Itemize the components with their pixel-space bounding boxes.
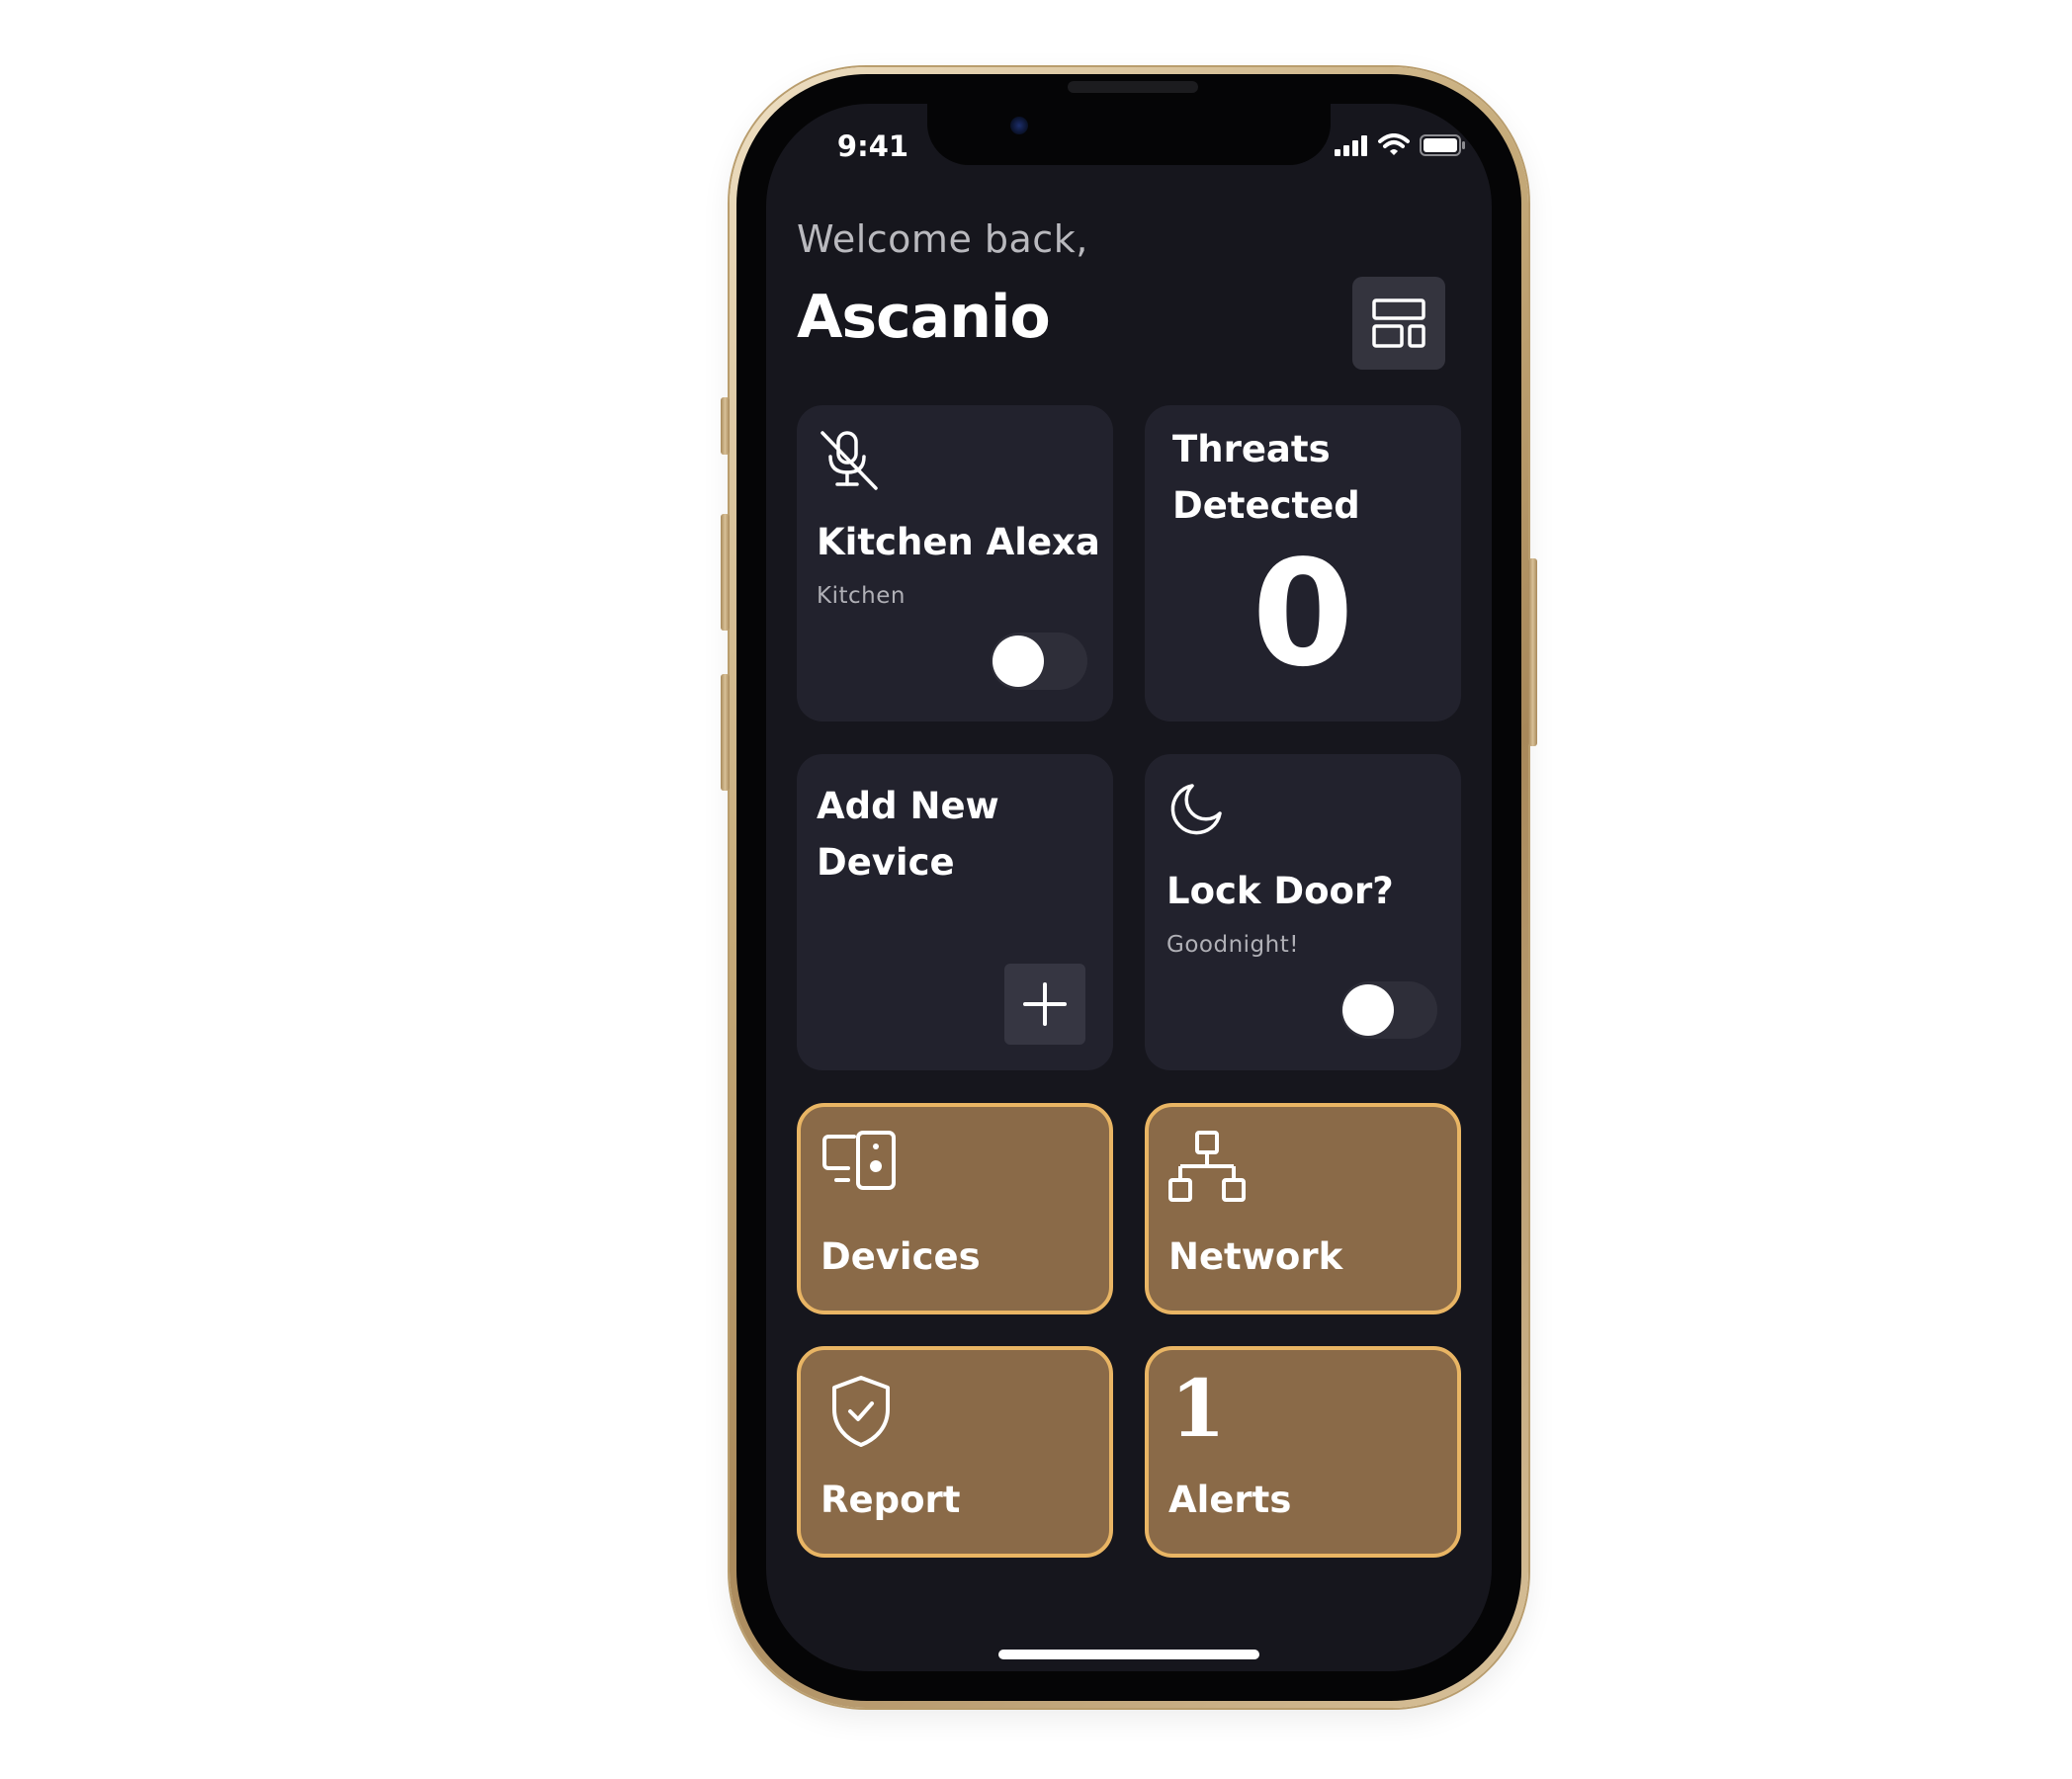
moon-icon [1170, 784, 1222, 835]
kitchen-alexa-title: Kitchen Alexa [817, 521, 1100, 563]
kitchen-alexa-toggle[interactable] [991, 633, 1087, 690]
volume-down-button [721, 674, 730, 791]
alerts-count: 1 [1170, 1362, 1226, 1455]
threats-count: 0 [1252, 529, 1354, 699]
threats-title-line1: Threats [1172, 428, 1331, 470]
add-device-title-line1: Add New [817, 785, 999, 827]
network-label: Network [1168, 1235, 1343, 1278]
wifi-icon [1378, 133, 1410, 155]
front-camera [1010, 117, 1028, 134]
toggle-knob [993, 635, 1044, 687]
welcome-text: Welcome back, [797, 217, 1088, 261]
lock-door-card[interactable]: Lock Door? Goodnight! [1145, 754, 1461, 1070]
notch [927, 104, 1331, 165]
threats-title-line2: Detected [1172, 484, 1360, 527]
microphone-off-icon [820, 431, 878, 490]
volume-up-button [721, 514, 730, 631]
report-tile[interactable]: Report [797, 1346, 1113, 1558]
earpiece-speaker [1068, 81, 1198, 93]
add-device-title-line2: Device [817, 841, 955, 884]
lock-door-toggle[interactable] [1340, 981, 1437, 1039]
status-icons [1335, 132, 1467, 158]
threats-detected-card[interactable]: Threats Detected 0 [1145, 405, 1461, 721]
home-indicator[interactable] [998, 1650, 1259, 1659]
dashboard-layout-icon [1372, 298, 1425, 348]
lock-door-title: Lock Door? [1166, 870, 1394, 912]
shield-check-icon [832, 1376, 890, 1447]
layout-button[interactable] [1352, 277, 1445, 370]
devices-tile[interactable]: Devices [797, 1103, 1113, 1314]
user-name: Ascanio [797, 283, 1051, 352]
plus-icon [1023, 982, 1067, 1026]
kitchen-alexa-room: Kitchen [817, 583, 906, 609]
add-device-button[interactable] [1004, 964, 1085, 1045]
kitchen-alexa-card[interactable]: Kitchen Alexa Kitchen [797, 405, 1113, 721]
mute-switch [721, 397, 730, 455]
cellular-signal-icon [1335, 135, 1367, 156]
report-label: Report [820, 1479, 961, 1521]
alerts-tile[interactable]: 1 Alerts [1145, 1346, 1461, 1558]
devices-label: Devices [820, 1235, 981, 1278]
alerts-label: Alerts [1168, 1479, 1292, 1521]
power-button [1528, 558, 1537, 746]
add-device-card[interactable]: Add New Device [797, 754, 1113, 1070]
devices-icon [822, 1131, 896, 1190]
lock-door-subtitle: Goodnight! [1166, 932, 1299, 958]
network-icon [1168, 1131, 1246, 1202]
toggle-knob [1342, 984, 1394, 1036]
battery-icon [1420, 134, 1465, 156]
network-tile[interactable]: Network [1145, 1103, 1461, 1314]
status-time: 9:41 [836, 129, 909, 163]
